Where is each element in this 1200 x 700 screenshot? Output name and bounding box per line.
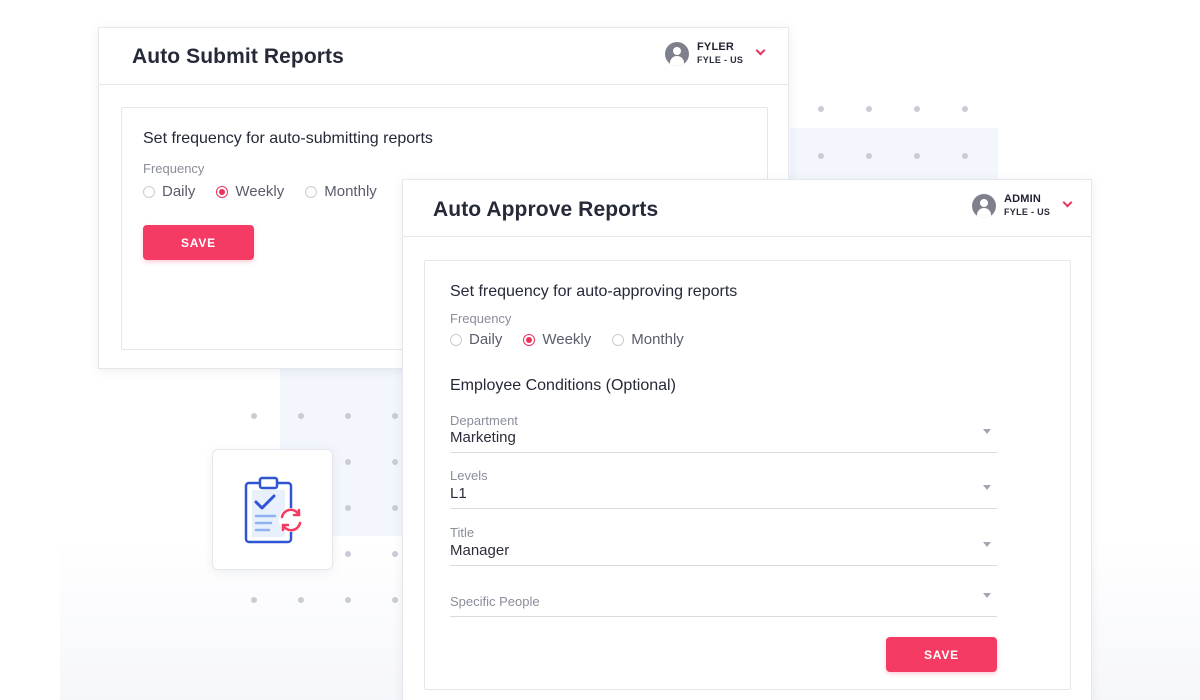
user-text: FYLER FYLE - US xyxy=(697,41,743,66)
radio-weekly[interactable]: Weekly xyxy=(216,183,284,200)
specific-people-label: Specific People xyxy=(450,594,540,609)
background-dot xyxy=(345,597,351,603)
frequency-radio-group: Daily Weekly Monthly xyxy=(143,183,398,200)
levels-select[interactable]: Levels L1 xyxy=(450,466,997,509)
frequency-label: Frequency xyxy=(143,161,205,176)
background-dot xyxy=(345,505,351,511)
chevron-down-icon[interactable] xyxy=(755,45,766,56)
radio-weekly[interactable]: Weekly xyxy=(523,331,591,348)
user-menu-fyler[interactable]: FYLER FYLE - US xyxy=(665,41,766,66)
radio-label: Monthly xyxy=(324,183,377,200)
background-dot xyxy=(866,153,872,159)
radio-label: Daily xyxy=(162,183,196,200)
auto-submit-header: Auto Submit Reports FYLER FYLE - US xyxy=(99,28,788,85)
employee-conditions-title: Employee Conditions (Optional) xyxy=(450,377,676,394)
background-dot xyxy=(251,597,257,603)
radio-label: Weekly xyxy=(542,331,592,348)
auto-approve-save-button[interactable]: SAVE xyxy=(886,637,997,672)
auto-approve-header: Auto Approve Reports ADMIN FYLE - US xyxy=(403,180,1091,237)
dropdown-arrow-icon xyxy=(983,429,991,434)
department-value: Marketing xyxy=(450,429,516,446)
background-dot xyxy=(818,106,824,112)
radio-monthly[interactable]: Monthly xyxy=(612,331,684,348)
auto-approve-title: Auto Approve Reports xyxy=(433,198,659,221)
dropdown-arrow-icon xyxy=(983,593,991,598)
title-label: Title xyxy=(450,525,475,540)
background-dot xyxy=(298,413,304,419)
radio-daily[interactable]: Daily xyxy=(143,183,195,200)
background-dot xyxy=(298,597,304,603)
user-avatar-icon xyxy=(972,193,996,218)
radio-circle xyxy=(143,185,155,198)
radio-circle xyxy=(612,333,625,346)
auto-submit-title: Auto Submit Reports xyxy=(132,45,344,68)
department-select[interactable]: Department Marketing xyxy=(450,411,997,453)
user-org: FYLE - US xyxy=(697,54,744,65)
radio-daily[interactable]: Daily xyxy=(450,331,502,348)
radio-label: Daily xyxy=(469,331,503,348)
background-dot xyxy=(914,153,920,159)
user-text: ADMIN FYLE - US xyxy=(1004,193,1050,218)
radio-monthly[interactable]: Monthly xyxy=(305,183,377,200)
radio-circle xyxy=(450,333,462,346)
user-avatar-icon xyxy=(665,41,689,66)
title-value: Manager xyxy=(450,542,510,559)
levels-label: Levels xyxy=(450,468,488,483)
levels-value: L1 xyxy=(450,485,467,502)
specific-people-select[interactable]: Specific People xyxy=(450,585,997,617)
radio-label: Monthly xyxy=(631,331,684,348)
background-dot xyxy=(251,413,257,419)
user-org: FYLE - US xyxy=(1004,206,1051,217)
background-dot xyxy=(818,153,824,159)
user-name: FYLER xyxy=(697,41,735,53)
background-dot xyxy=(345,459,351,465)
frequency-label: Frequency xyxy=(450,311,512,326)
radio-circle xyxy=(216,185,229,198)
department-label: Department xyxy=(450,413,518,428)
dropdown-arrow-icon xyxy=(983,542,991,547)
auto-approve-section-title: Set frequency for auto-approving reports xyxy=(450,283,738,300)
auto-approve-panel: Set frequency for auto-approving reports… xyxy=(424,260,1071,690)
background-dot xyxy=(914,106,920,112)
radio-circle xyxy=(305,185,318,198)
background-dot xyxy=(866,106,872,112)
background-dot xyxy=(392,597,398,603)
radio-label: Weekly xyxy=(235,183,285,200)
auto-submit-save-button[interactable]: SAVE xyxy=(143,225,254,260)
background-dot xyxy=(392,459,398,465)
auto-approve-card: Auto Approve Reports ADMIN FYLE - US Set… xyxy=(402,179,1092,700)
auto-submit-section-title: Set frequency for auto-submitting report… xyxy=(143,130,433,147)
background-dot xyxy=(392,413,398,419)
user-name: ADMIN xyxy=(1004,193,1042,205)
background-dot xyxy=(962,153,968,159)
clipboard-sync-tile xyxy=(212,449,333,570)
background-dot xyxy=(345,413,351,419)
clipboard-sync-icon xyxy=(244,476,303,544)
title-select[interactable]: Title Manager xyxy=(450,523,997,566)
background-dot xyxy=(962,106,968,112)
background-dot xyxy=(345,551,351,557)
frequency-radio-group: Daily Weekly Monthly xyxy=(450,331,705,348)
radio-circle xyxy=(523,333,536,346)
background-dot xyxy=(392,551,398,557)
background-dot xyxy=(392,505,398,511)
user-menu-admin[interactable]: ADMIN FYLE - US xyxy=(972,193,1073,218)
dropdown-arrow-icon xyxy=(983,485,991,490)
chevron-down-icon[interactable] xyxy=(1062,197,1073,208)
